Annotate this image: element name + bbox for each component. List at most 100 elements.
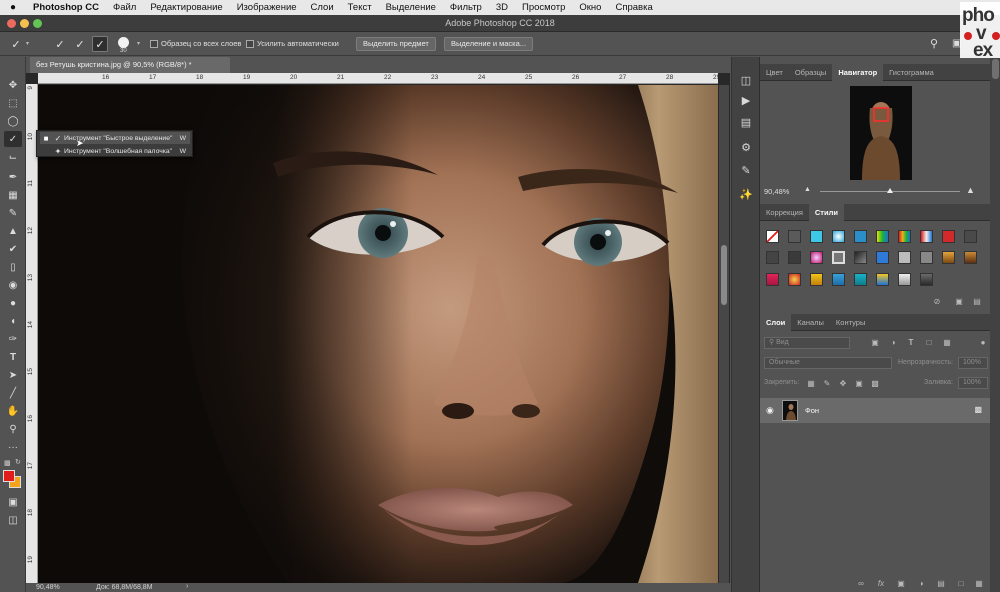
quick-mask-icon[interactable]: ▣ [4, 494, 22, 510]
search-icon[interactable]: ⚲ [930, 37, 938, 50]
type-tool-icon[interactable]: T [4, 349, 22, 365]
filter-smart-object-icon[interactable]: ▦ [942, 338, 952, 348]
flyout-item-magic-wand[interactable]: ✦ Инструмент "Волшебная палочка" W [40, 145, 190, 157]
move-tool-icon[interactable]: ✥ [4, 77, 22, 93]
quick-selection-tool-icon[interactable]: ✓ [4, 131, 22, 147]
tab-layers[interactable]: Слои [760, 314, 792, 331]
paint-bucket-tool-icon[interactable]: ◉ [4, 277, 22, 293]
zoom-in-icon[interactable]: ▲ [966, 185, 975, 195]
actions-panel-icon[interactable]: ▶ [739, 93, 753, 107]
zoom-out-icon[interactable]: ▲ [804, 186, 811, 193]
style-swatch[interactable] [788, 251, 801, 264]
menu-file[interactable]: Файл [106, 2, 143, 13]
tab-histogram[interactable]: Гистограмма [883, 64, 940, 81]
eyedropper-tool-icon[interactable]: ✒ [4, 169, 22, 185]
style-swatch[interactable] [876, 273, 889, 286]
line-tool-icon[interactable]: ╱ [4, 385, 22, 401]
tab-adjustments[interactable]: Коррекция [760, 204, 809, 221]
style-swatch[interactable] [810, 273, 823, 286]
lock-all-icon[interactable]: ▩ [870, 379, 880, 389]
marquee-tool-icon[interactable]: ⬚ [4, 95, 22, 111]
navigator-preview[interactable] [850, 86, 912, 180]
menu-help[interactable]: Справка [608, 2, 659, 13]
canvas-photo[interactable] [38, 85, 718, 583]
dodge-tool-icon[interactable]: ◖ [4, 313, 22, 329]
default-colors-icon[interactable]: ▩ [4, 459, 11, 467]
lock-artboard-icon[interactable]: ▣ [854, 379, 864, 389]
style-swatch[interactable] [832, 230, 845, 243]
menu-type[interactable]: Текст [341, 2, 379, 13]
scroll-thumb[interactable] [992, 59, 999, 79]
new-group-icon[interactable]: ▤ [936, 579, 946, 589]
eraser-tool-icon[interactable]: ▯ [4, 259, 22, 275]
flyout-item-quick-selection[interactable]: ■ ✓ Инструмент "Быстрое выделение" W [40, 132, 190, 144]
status-zoom[interactable]: 90,48% [36, 584, 60, 591]
tab-paths[interactable]: Контуры [830, 314, 871, 331]
style-swatch[interactable] [920, 230, 933, 243]
style-swatch[interactable] [766, 251, 779, 264]
add-mask-icon[interactable]: ▣ [896, 579, 906, 589]
style-swatch[interactable] [942, 230, 955, 243]
adjustments-panel-icon[interactable]: ⚙ [739, 140, 753, 154]
style-swatch[interactable] [920, 273, 933, 286]
zoom-slider-knob[interactable] [887, 188, 893, 193]
filter-toggle-icon[interactable]: ● [978, 338, 988, 348]
history-brush-tool-icon[interactable]: ✔ [4, 241, 22, 257]
layer-kind-filter[interactable]: ⚲ Вид [764, 337, 850, 349]
style-swatch[interactable] [876, 230, 889, 243]
tab-color[interactable]: Цвет [760, 64, 789, 81]
style-swatch[interactable] [788, 273, 801, 286]
new-selection-icon[interactable]: ✓ [52, 36, 68, 52]
swap-colors-icon[interactable]: ↻ [15, 458, 21, 466]
tab-styles[interactable]: Стили [808, 204, 844, 221]
blur-tool-icon[interactable]: ● [4, 295, 22, 311]
style-swatch[interactable] [832, 251, 845, 264]
clear-style-icon[interactable]: ⊘ [932, 297, 942, 307]
add-to-selection-icon[interactable]: ✓ [72, 36, 88, 52]
blend-mode-select[interactable]: Обычные [764, 357, 892, 369]
zoom-tool-icon[interactable]: ⚲ [4, 421, 22, 437]
status-menu-arrow[interactable]: › [186, 583, 188, 590]
more-tools-icon[interactable]: ··· [4, 439, 22, 455]
vertical-scrollbar[interactable] [719, 85, 729, 583]
brush-tool-icon[interactable]: ✎ [4, 205, 22, 221]
tool-preset-quick-selection-icon[interactable]: ✓ [8, 36, 24, 52]
menu-layers[interactable]: Слои [304, 2, 341, 13]
screen-mode-icon[interactable]: ◫ [4, 512, 22, 528]
sample-all-layers-checkbox[interactable]: Образец со всех слоев [150, 39, 241, 48]
panels-scrollbar[interactable] [990, 57, 1000, 592]
character-panel-icon[interactable]: ✨ [739, 187, 753, 201]
layer-row[interactable]: ◉ Фон ▩ [760, 398, 990, 423]
style-swatch[interactable] [854, 273, 867, 286]
healing-brush-tool-icon[interactable]: ▦ [4, 187, 22, 203]
style-swatch[interactable] [788, 230, 801, 243]
menu-filter[interactable]: Фильтр [443, 2, 489, 13]
auto-enhance-checkbox[interactable]: Усилить автоматически [246, 39, 339, 48]
select-subject-button[interactable]: Выделить предмет [356, 37, 436, 51]
brush-tip-icon[interactable] [118, 37, 129, 48]
navigator-zoom-slider[interactable] [820, 188, 960, 193]
layer-name[interactable]: Фон [805, 406, 819, 415]
path-selection-tool-icon[interactable]: ➤ [4, 367, 22, 383]
history-panel-icon[interactable]: ◫ [739, 73, 753, 87]
delete-layer-icon[interactable]: ▦ [974, 579, 984, 589]
tool-preset-chevron-icon[interactable]: ▾ [26, 40, 29, 47]
pen-tool-icon[interactable]: ✑ [4, 331, 22, 347]
menu-select[interactable]: Выделение [379, 2, 443, 13]
hand-tool-icon[interactable]: ✋ [4, 403, 22, 419]
navigator-zoom-value[interactable]: 90,48% [764, 187, 789, 196]
style-swatch[interactable] [810, 251, 823, 264]
brush-picker-chevron-icon[interactable]: ▾ [137, 40, 140, 47]
style-swatch[interactable] [854, 251, 867, 264]
tab-navigator[interactable]: Навигатор [832, 64, 884, 81]
style-swatch[interactable] [942, 251, 955, 264]
style-swatch[interactable] [898, 230, 911, 243]
style-swatch[interactable] [898, 273, 911, 286]
checkbox-box[interactable] [150, 39, 158, 48]
visibility-eye-icon[interactable]: ◉ [766, 405, 774, 416]
fill-input[interactable]: 100% [958, 377, 988, 389]
lock-position-icon[interactable]: ✥ [838, 379, 848, 389]
menu-3d[interactable]: 3D [489, 2, 515, 13]
style-swatch[interactable] [876, 251, 889, 264]
style-swatch[interactable] [920, 251, 933, 264]
